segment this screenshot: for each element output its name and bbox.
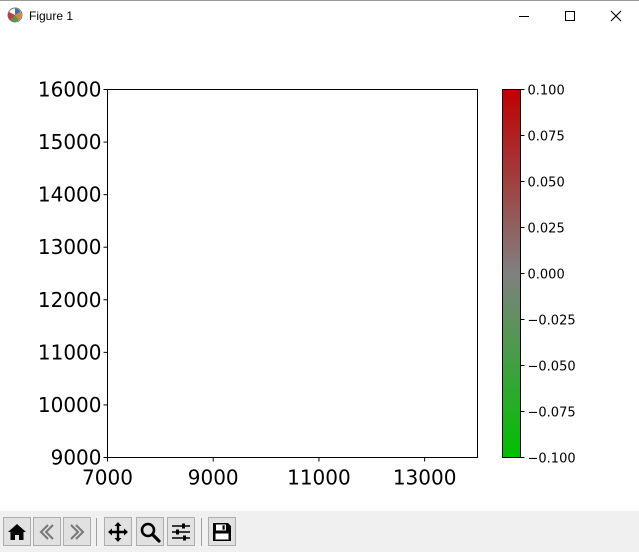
y-tick-label: 14000	[38, 183, 102, 207]
window-title: Figure 1	[29, 9, 74, 23]
colorbar: −0.100 −0.075 −0.050 −0.025 0.000 0.025 0.050 0…	[502, 84, 576, 467]
figure-canvas[interactable]: 7000 9000 11000 13000 9000 10000 11000 12000 130…	[0, 31, 639, 510]
colorbar-tick-label: 0.100	[528, 84, 565, 99]
y-tick-label: 10000	[38, 393, 102, 417]
maximize-icon	[564, 10, 576, 22]
home-icon	[6, 521, 28, 543]
colorbar-tick-label: −0.025	[528, 314, 576, 329]
minimize-button[interactable]	[501, 1, 547, 31]
colorbar-gradient	[502, 89, 521, 458]
back-arrow-icon	[36, 521, 58, 543]
figure-window: Figure 1 7000 9000 11000 13000 9000 1000…	[0, 0, 639, 552]
move-icon	[107, 521, 129, 543]
back-button[interactable]	[33, 517, 61, 546]
toolbar-separator	[201, 518, 202, 546]
heatmap-chart: 7000 9000 11000 130009000100001100012000130…	[38, 78, 576, 490]
colorbar-tick-label: 0.025	[528, 222, 565, 237]
x-tick-label: 9000	[188, 466, 239, 490]
colorbar-tick-label: −0.100	[528, 452, 576, 467]
pan-button[interactable]	[104, 517, 132, 546]
forward-button[interactable]	[63, 517, 91, 546]
y-tick-label: 11000	[38, 340, 102, 364]
magnifier-icon	[139, 521, 161, 543]
colorbar-tick-label: 0.075	[528, 130, 565, 145]
minimize-icon	[518, 10, 530, 22]
matplotlib-icon	[7, 7, 23, 23]
forward-arrow-icon	[66, 521, 88, 543]
toolbar-separator	[96, 518, 97, 546]
navigation-toolbar	[0, 511, 639, 552]
home-button[interactable]	[3, 517, 31, 546]
colorbar-tick-label: −0.075	[528, 406, 576, 421]
save-button[interactable]	[208, 517, 236, 546]
axes: 7000 9000 11000 130009000100001100012000130…	[38, 78, 478, 490]
colorbar-tick-label: −0.050	[528, 360, 576, 375]
plot-area	[107, 89, 478, 458]
y-tick-label: 16000	[38, 78, 102, 102]
sliders-icon	[170, 521, 192, 543]
zoom-button[interactable]	[136, 517, 164, 546]
y-tick-label: 9000	[51, 446, 102, 470]
y-tick-label: 13000	[38, 235, 102, 259]
colorbar-tick-label: 0.000	[528, 268, 565, 283]
x-tick-label: 11000	[287, 466, 351, 490]
title-bar: Figure 1	[0, 0, 639, 31]
close-icon	[610, 10, 622, 22]
x-tick-label: 13000	[393, 466, 457, 490]
floppy-disk-icon	[211, 521, 233, 543]
close-button[interactable]	[593, 1, 639, 31]
maximize-button[interactable]	[547, 1, 593, 31]
subplots-button[interactable]	[167, 517, 195, 546]
y-tick-label: 12000	[38, 288, 102, 312]
y-tick-label: 15000	[38, 130, 102, 154]
colorbar-tick-label: 0.050	[528, 176, 565, 191]
